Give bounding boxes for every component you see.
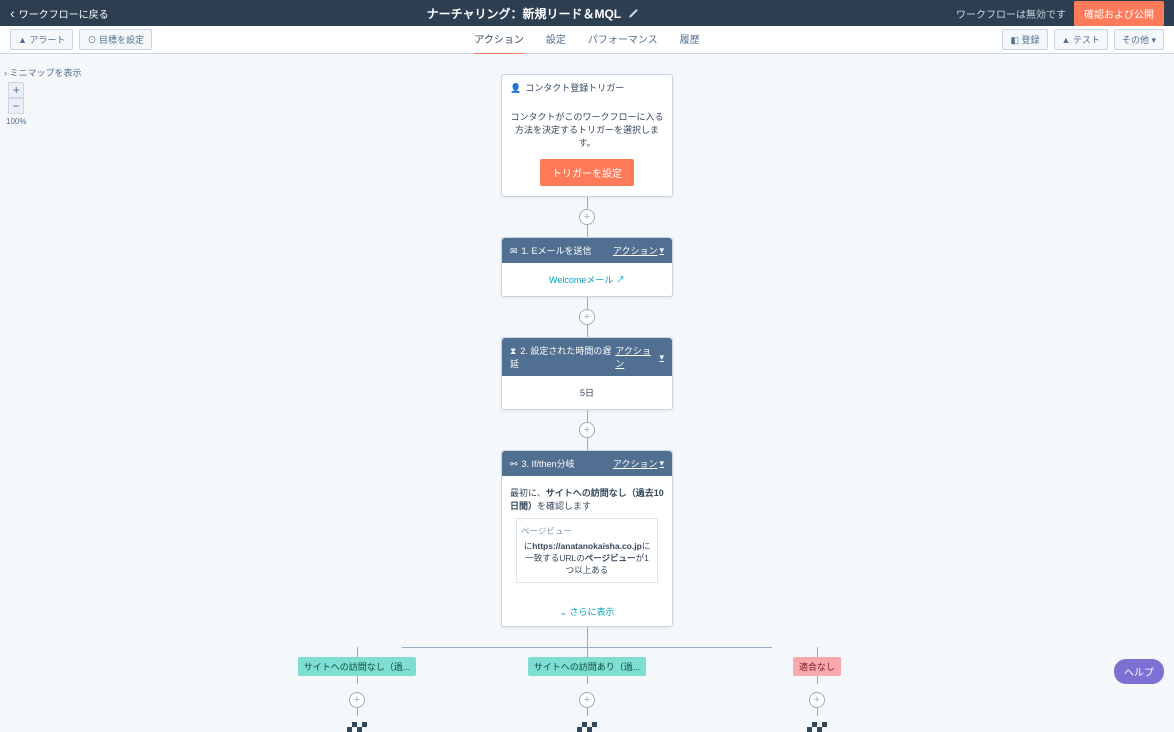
back-label: ワークフローに戻る	[19, 6, 109, 21]
trigger-desc: コンタクトがこのワークフローに入る方法を決定するトリガーを選択します。	[510, 110, 664, 149]
alerts-button[interactable]: ▲ アラート	[10, 29, 73, 50]
connector	[817, 708, 818, 716]
action-card-2[interactable]: ⧗2. 設定された時間の遅延 アクション ▾ 5日	[501, 337, 673, 410]
goals-button[interactable]: ⊙ 目標を設定	[79, 29, 152, 50]
tab-settings[interactable]: 設定	[546, 24, 566, 55]
connector	[587, 297, 588, 309]
zoom-in-button[interactable]: +	[8, 82, 24, 98]
minimap-toggle[interactable]: › ミニマップを表示	[4, 66, 82, 79]
connector	[817, 676, 818, 684]
end-marker-icon	[577, 722, 597, 732]
tab-bar: アクション 設定 パフォーマンス 履歴	[474, 24, 699, 55]
email-link[interactable]: Welcomeメール ↗	[549, 275, 625, 285]
topbar-right: ワークフローは無効です 確認および公開	[956, 1, 1164, 26]
connector	[817, 647, 818, 657]
delay-icon: ⧗	[510, 346, 516, 356]
action-3-menu[interactable]: アクション ▾	[613, 457, 664, 470]
connector	[587, 325, 588, 337]
contact-icon: 👤	[510, 83, 521, 93]
action-3-body: 最初に、サイトへの訪問なし（過去10日間）を確認します ページビュー にhttp…	[502, 476, 672, 599]
connector	[587, 197, 588, 209]
publish-button[interactable]: 確認および公開	[1074, 1, 1164, 26]
branch-label-3[interactable]: 適合なし	[793, 657, 841, 676]
branch-label-2[interactable]: サイトへの訪問あり（過...	[528, 657, 647, 676]
action-2-menu[interactable]: アクション ▾	[615, 344, 664, 370]
condition-box: ページビュー にhttps://anatanokaisha.co.jpに一致する…	[516, 518, 658, 583]
show-more-link[interactable]: ⌄ さらに表示	[502, 599, 672, 626]
action-2-body: 5日	[502, 376, 672, 409]
subnav: ▲ アラート ⊙ 目標を設定 アクション 設定 パフォーマンス 履歴 ◧ 登録 …	[0, 26, 1174, 54]
action-1-body: Welcomeメール ↗	[502, 263, 672, 296]
page-title: ナーチャリング：新規リード＆MQL	[427, 5, 622, 22]
workflow-status: ワークフローは無効です	[956, 6, 1066, 21]
test-button[interactable]: ▲ テスト	[1054, 29, 1108, 50]
branch-col-1: サイトへの訪問なし（過... +	[307, 647, 407, 732]
action-2-header: ⧗2. 設定された時間の遅延 アクション ▾	[502, 338, 672, 376]
chevron-down-icon: ⌄	[559, 607, 567, 617]
tab-history[interactable]: 履歴	[680, 24, 700, 55]
branch-desc-post: を確認します	[537, 501, 591, 511]
set-trigger-button[interactable]: トリガーを設定	[540, 159, 634, 186]
connector	[357, 708, 358, 716]
add-action-button[interactable]: +	[579, 422, 595, 438]
connector	[587, 438, 588, 450]
trigger-header: 👤コンタクト登録トリガー	[502, 75, 672, 100]
connector	[587, 708, 588, 716]
subnav-left: ▲ アラート ⊙ 目標を設定	[10, 29, 152, 50]
trigger-body: コンタクトがこのワークフローに入る方法を決定するトリガーを選択します。 トリガー…	[502, 100, 672, 196]
branch-container: サイトへの訪問なし（過... + サイトへの訪問あり（過... + 適合なし +	[307, 647, 867, 732]
branch-label-1[interactable]: サイトへの訪問なし（過...	[298, 657, 417, 676]
canvas[interactable]: › ミニマップを表示 + − 100% 👤コンタクト登録トリガー コンタクトがこ…	[0, 54, 1174, 694]
edit-icon[interactable]	[627, 8, 638, 19]
email-icon: ✉	[510, 246, 518, 256]
zoom-percent: 100%	[6, 117, 26, 126]
branch-col-2: サイトへの訪問あり（過... +	[537, 647, 637, 732]
connector	[587, 647, 588, 657]
action-1-header: ✉1. Eメールを送信 アクション ▾	[502, 238, 672, 263]
condition-box-label: ページビュー	[521, 525, 653, 537]
help-button[interactable]: ヘルプ	[1114, 659, 1164, 684]
action-3-header: ⚯3. If/then分岐 アクション ▾	[502, 451, 672, 476]
back-link[interactable]: ‹ ワークフローに戻る	[10, 5, 109, 21]
connector	[587, 627, 588, 647]
tab-actions[interactable]: アクション	[474, 24, 524, 55]
title-wrap: ナーチャリング：新規リード＆MQL	[427, 5, 639, 22]
external-link-icon: ↗	[616, 275, 625, 285]
connector	[357, 647, 358, 657]
add-action-button[interactable]: +	[579, 309, 595, 325]
branch-desc-pre: 最初に、	[510, 488, 546, 498]
branch-hline	[402, 647, 772, 648]
workflow-flow: 👤コンタクト登録トリガー コンタクトがこのワークフローに入る方法を決定するトリガ…	[307, 74, 867, 732]
branch-icon: ⚯	[510, 459, 518, 469]
connector	[357, 676, 358, 684]
add-action-button[interactable]: +	[809, 692, 825, 708]
topbar: ‹ ワークフローに戻る ナーチャリング：新規リード＆MQL ワークフローは無効で…	[0, 0, 1174, 26]
action-card-1[interactable]: ✉1. Eメールを送信 アクション ▾ Welcomeメール ↗	[501, 237, 673, 297]
zoom-controls: + − 100%	[6, 82, 26, 126]
connector	[587, 410, 588, 422]
add-action-button[interactable]: +	[579, 692, 595, 708]
add-action-button[interactable]: +	[349, 692, 365, 708]
action-card-3[interactable]: ⚯3. If/then分岐 アクション ▾ 最初に、サイトへの訪問なし（過去10…	[501, 450, 673, 627]
connector	[587, 676, 588, 684]
zoom-out-button[interactable]: −	[8, 98, 24, 114]
action-1-menu[interactable]: アクション ▾	[613, 244, 664, 257]
connector	[587, 225, 588, 237]
subnav-right: ◧ 登録 ▲ テスト その他 ▾	[1002, 29, 1164, 50]
enroll-button[interactable]: ◧ 登録	[1002, 29, 1047, 50]
branch-col-3: 適合なし +	[767, 647, 867, 732]
tab-performance[interactable]: パフォーマンス	[588, 24, 658, 55]
add-action-button[interactable]: +	[579, 209, 595, 225]
end-marker-icon	[347, 722, 367, 732]
more-button[interactable]: その他 ▾	[1114, 29, 1164, 50]
end-marker-icon	[807, 722, 827, 732]
trigger-card[interactable]: 👤コンタクト登録トリガー コンタクトがこのワークフローに入る方法を決定するトリガ…	[501, 74, 673, 197]
condition-box-body: にhttps://anatanokaisha.co.jpに一致するURLのページ…	[521, 540, 653, 576]
chevron-left-icon: ‹	[10, 5, 15, 21]
